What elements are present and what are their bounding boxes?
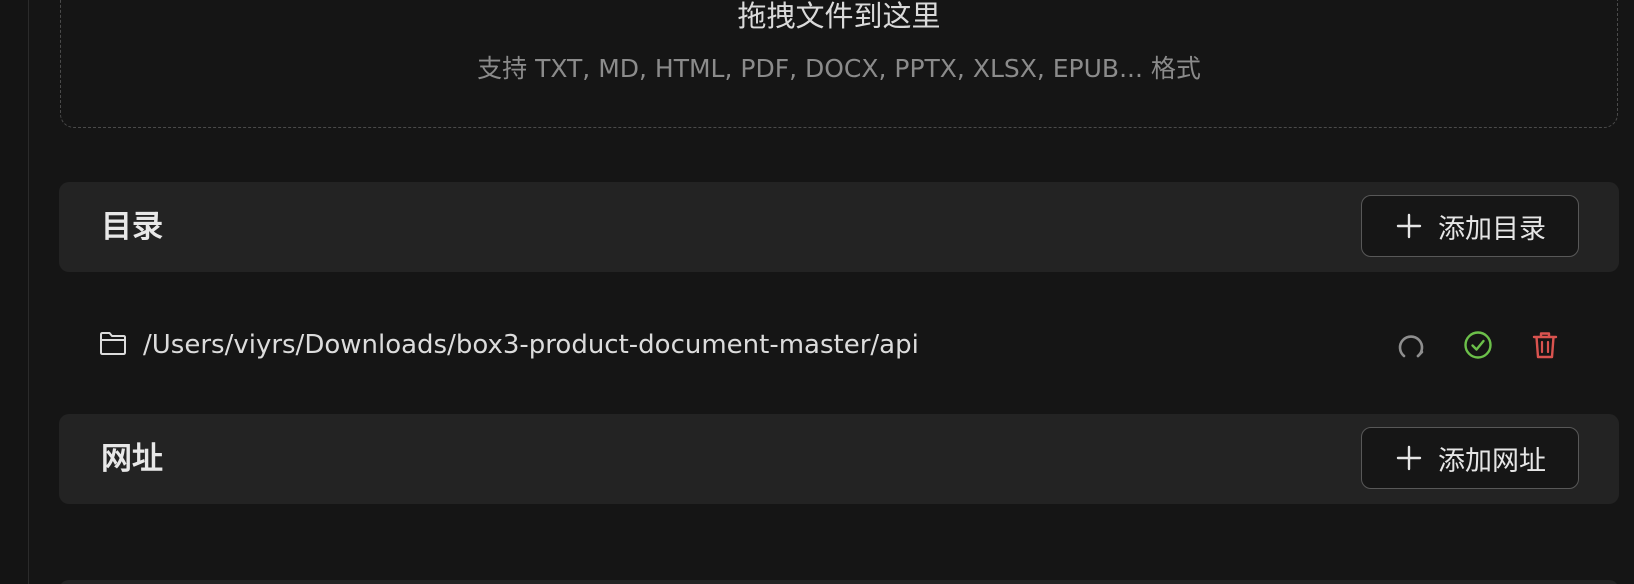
plus-icon <box>1396 445 1422 471</box>
plus-icon <box>1396 213 1422 239</box>
folder-icon <box>100 332 126 355</box>
add-directory-button[interactable]: 添加目录 <box>1361 195 1579 257</box>
trash-icon <box>1532 332 1558 359</box>
file-dropzone[interactable]: 拖拽文件到这里 支持 TXT, MD, HTML, PDF, DOCX, PPT… <box>60 0 1618 128</box>
urls-title: 网址 <box>101 441 163 477</box>
dropzone-supported-formats: 支持 TXT, MD, HTML, PDF, DOCX, PPTX, XLSX,… <box>477 54 1201 83</box>
directory-path: /Users/viyrs/Downloads/box3-product-docu… <box>143 330 919 360</box>
directories-section-header: 目录 添加目录 <box>59 182 1619 272</box>
app-window: 拖拽文件到这里 支持 TXT, MD, HTML, PDF, DOCX, PPT… <box>0 0 1634 584</box>
delete-directory-button[interactable] <box>1528 328 1562 362</box>
refresh-directory-button[interactable] <box>1394 328 1428 362</box>
add-url-button[interactable]: 添加网址 <box>1361 427 1579 489</box>
dropzone-title: 拖拽文件到这里 <box>737 0 941 33</box>
directories-title: 目录 <box>101 209 163 245</box>
urls-section-header: 网址 添加网址 <box>59 414 1619 504</box>
directory-list-item: /Users/viyrs/Downloads/box3-product-docu… <box>59 305 1619 385</box>
add-url-label: 添加网址 <box>1438 445 1546 477</box>
next-section-panel <box>59 580 1619 584</box>
add-directory-label: 添加目录 <box>1438 213 1546 245</box>
refresh-icon <box>1398 335 1424 358</box>
check-circle-icon <box>1464 331 1492 359</box>
left-sidebar-rail <box>0 0 29 584</box>
directory-indexed-status[interactable] <box>1461 328 1495 362</box>
